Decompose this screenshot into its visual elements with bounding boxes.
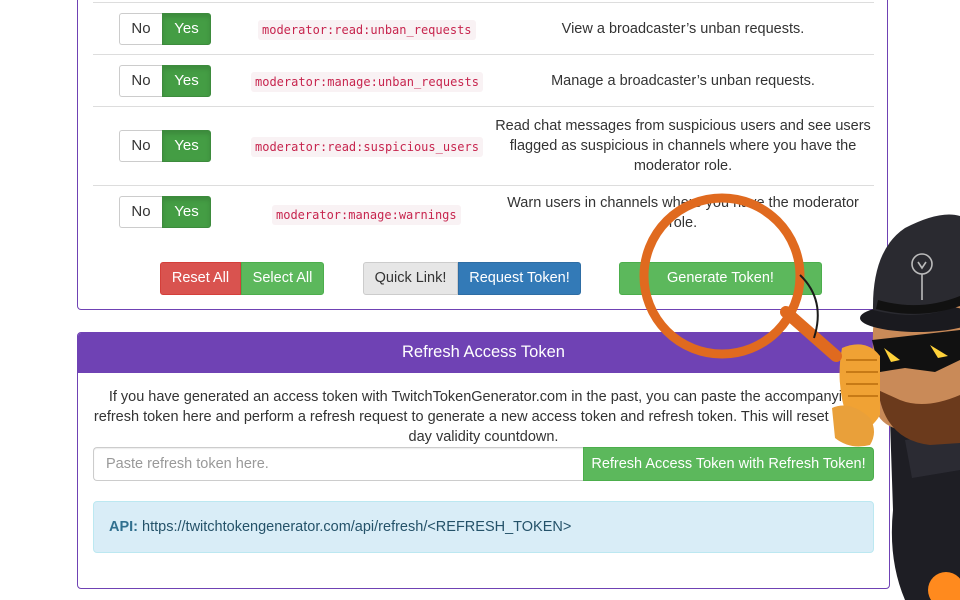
scope-yes-button[interactable]: Yes xyxy=(162,65,211,97)
scope-description: Warn users in channels where you have th… xyxy=(507,195,859,231)
refresh-panel-heading: Refresh Access Token xyxy=(78,333,889,373)
scope-description: Manage a broadcaster’s unban requests. xyxy=(551,73,815,89)
refresh-token-input[interactable] xyxy=(93,447,584,481)
select-all-button[interactable]: Select All xyxy=(241,262,324,295)
scope-no-button[interactable]: No xyxy=(119,13,162,45)
scope-toggle: No Yes xyxy=(119,65,211,97)
scope-code: moderator:manage:unban_requests xyxy=(251,72,483,92)
scope-toggle: No Yes xyxy=(119,13,211,45)
scope-row: No Yes moderator:manage:unban_requests M… xyxy=(93,54,874,107)
scope-toggle: No Yes xyxy=(119,196,211,228)
scope-toggle: No Yes xyxy=(119,130,211,162)
scope-yes-button[interactable]: Yes xyxy=(162,13,211,45)
scope-code: moderator:read:unban_requests xyxy=(258,20,476,40)
scope-no-button[interactable]: No xyxy=(119,196,162,228)
scope-row: No Yes moderator:manage:warnings Warn us… xyxy=(93,185,874,238)
api-url: https://twitchtokengenerator.com/api/ref… xyxy=(142,519,572,535)
api-label: API: xyxy=(109,519,138,535)
refresh-description: If you have generated an access token wi… xyxy=(93,389,874,445)
scope-row: No Yes moderator:read:unban_requests Vie… xyxy=(93,2,874,55)
scope-row: No Yes moderator:read:suspicious_users R… xyxy=(93,106,874,186)
quick-link-button[interactable]: Quick Link! xyxy=(363,262,458,295)
scope-code: moderator:manage:warnings xyxy=(272,205,461,225)
api-info-box: API: https://twitchtokengenerator.com/ap… xyxy=(93,501,874,553)
reset-all-button[interactable]: Reset All xyxy=(160,262,241,295)
scope-description: View a broadcaster’s unban requests. xyxy=(561,21,805,37)
scope-no-button[interactable]: No xyxy=(119,130,162,162)
scope-code: moderator:read:suspicious_users xyxy=(251,137,483,157)
request-token-button[interactable]: Request Token! xyxy=(458,262,581,295)
generate-token-button[interactable]: Generate Token! xyxy=(619,262,822,295)
scope-yes-button[interactable]: Yes xyxy=(162,196,211,228)
scope-yes-button[interactable]: Yes xyxy=(162,130,211,162)
scope-no-button[interactable]: No xyxy=(119,65,162,97)
scope-description: Read chat messages from suspicious users… xyxy=(495,118,871,174)
refresh-token-button[interactable]: Refresh Access Token with Refresh Token! xyxy=(583,447,874,481)
